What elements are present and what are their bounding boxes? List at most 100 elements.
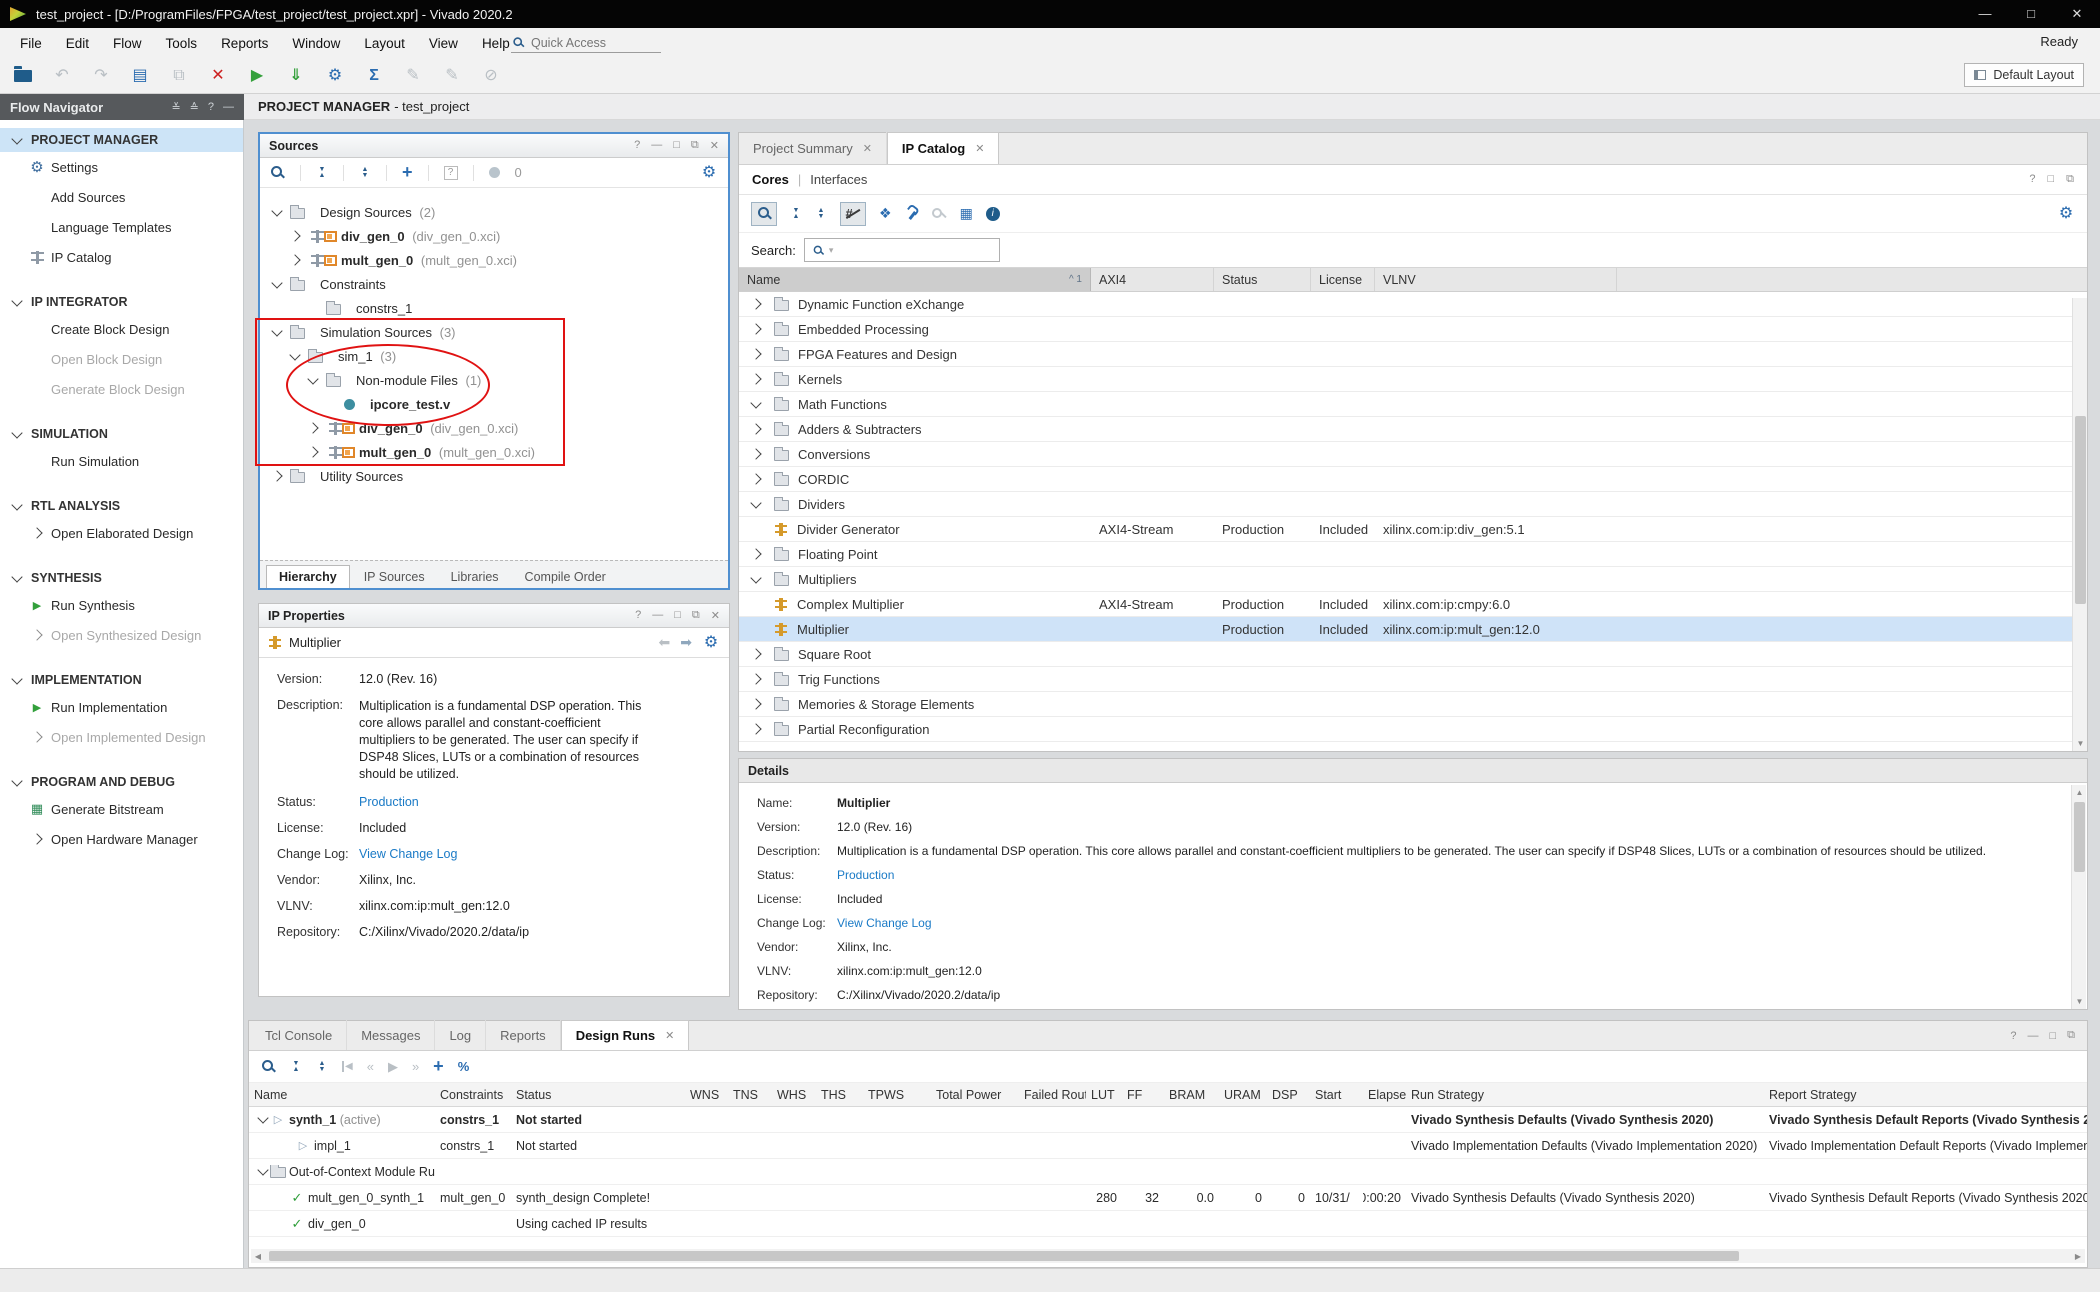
- catalog-row[interactable]: Embedded Processing: [739, 317, 2087, 342]
- catalog-row[interactable]: Conversions: [739, 442, 2087, 467]
- details-header[interactable]: Details: [739, 759, 2087, 783]
- caret-icon[interactable]: [286, 252, 304, 268]
- caret-icon[interactable]: [747, 471, 765, 487]
- layout-selector[interactable]: Default Layout: [1964, 63, 2084, 87]
- toolbar-icon[interactable]: ✎: [404, 68, 422, 84]
- expand-all-icon[interactable]: [815, 208, 827, 220]
- flow-nav-item[interactable]: IP INTEGRATOR: [0, 290, 243, 314]
- close-icon[interactable]: ✕: [2054, 6, 2100, 22]
- caret-icon[interactable]: [747, 421, 765, 437]
- source-tree-item[interactable]: constrs_1: [260, 296, 728, 320]
- source-tree-item[interactable]: mult_gen_0 (mult_gen_0.xci): [260, 248, 728, 272]
- tab-project-summary[interactable]: Project Summary ✕: [739, 132, 887, 164]
- ip-properties-header[interactable]: IP Properties ? — □ ⧉ ✕: [259, 604, 729, 628]
- create-run-icon[interactable]: [433, 1059, 444, 1075]
- caret-icon[interactable]: [747, 496, 765, 512]
- design-run-row[interactable]: synth_1 (active) constrs_1 Not started: [249, 1107, 2087, 1133]
- caret-icon[interactable]: [268, 276, 286, 292]
- flow-nav-item[interactable]: IP Catalog: [0, 242, 243, 272]
- subtab-cores[interactable]: Cores: [752, 172, 789, 187]
- property-value[interactable]: xilinx.com:ip:mult_gen:12.0: [359, 899, 651, 913]
- design-run-row[interactable]: mult_gen_0_synth_1 mult_gen_0 synth_desi…: [249, 1185, 2087, 1211]
- column-header[interactable]: WHS: [772, 1083, 816, 1106]
- menu-item[interactable]: View: [417, 36, 470, 51]
- caret-icon[interactable]: [747, 646, 765, 662]
- catalog-row[interactable]: CORDIC: [739, 467, 2087, 492]
- design-run-row[interactable]: impl_1 constrs_1 Not started V: [249, 1133, 2087, 1159]
- catalog-search-input[interactable]: [836, 243, 986, 258]
- column-header[interactable]: Status: [511, 1083, 685, 1106]
- detail-value[interactable]: 12.0 (Rev. 16): [837, 820, 2037, 834]
- scroll-up-icon[interactable]: ▲: [2072, 785, 2087, 800]
- column-header[interactable]: BRAM: [1164, 1083, 1219, 1106]
- column-header[interactable]: URAM: [1219, 1083, 1267, 1106]
- toolbar-icon[interactable]: ↶: [53, 68, 71, 84]
- maximize-icon[interactable]: □: [673, 139, 680, 152]
- float-icon[interactable]: ⧉: [2067, 1029, 2075, 1042]
- vertical-scrollbar[interactable]: ▲ ▼: [2071, 785, 2086, 1009]
- column-header[interactable]: Constraints: [435, 1083, 511, 1106]
- detail-value[interactable]: Production: [837, 868, 2037, 882]
- caret-icon[interactable]: [747, 321, 765, 337]
- toolbar-icon[interactable]: ⇓: [287, 68, 305, 84]
- column-header[interactable]: Name: [249, 1083, 435, 1106]
- caret-icon[interactable]: [268, 204, 286, 220]
- caret-icon[interactable]: [747, 296, 765, 312]
- column-header[interactable]: FF: [1122, 1083, 1164, 1106]
- catalog-row[interactable]: Dynamic Function eXchange: [739, 292, 2087, 317]
- design-run-row[interactable]: div_gen_0 Using cached IP results: [249, 1211, 2087, 1237]
- help-icon[interactable]: ?: [635, 609, 641, 622]
- menu-item[interactable]: Reports: [209, 36, 280, 51]
- catalog-row[interactable]: Memories & Storage Elements: [739, 692, 2087, 717]
- caret-icon[interactable]: [747, 446, 765, 462]
- source-tree-item[interactable]: Utility Sources: [260, 464, 728, 488]
- collapse-all-icon[interactable]: [290, 1061, 302, 1073]
- caret-icon[interactable]: [259, 1117, 267, 1122]
- subtab-interfaces[interactable]: Interfaces: [810, 172, 867, 187]
- collapse-all-icon[interactable]: [790, 208, 802, 220]
- source-tree-item[interactable]: Design Sources (2): [260, 200, 728, 224]
- catalog-row[interactable]: Trig Functions: [739, 667, 2087, 692]
- gear-icon[interactable]: ⚙: [700, 165, 718, 181]
- catalog-search-box[interactable]: ▾: [804, 238, 1000, 262]
- flow-nav-item[interactable]: Open Block Design: [0, 344, 243, 374]
- toolbar-icon[interactable]: Σ: [365, 68, 383, 84]
- sources-tab[interactable]: Compile Order: [513, 566, 618, 588]
- column-header[interactable]: THS: [816, 1083, 863, 1106]
- catalog-row[interactable]: Adders & Subtracters: [739, 417, 2087, 442]
- column-header-axi4[interactable]: AXI4: [1091, 268, 1214, 291]
- detail-value[interactable]: Multiplication is a fundamental DSP oper…: [837, 844, 2037, 858]
- flow-nav-item[interactable]: RTL ANALYSIS: [0, 494, 243, 518]
- flow-nav-item[interactable]: Run Synthesis: [0, 590, 243, 620]
- flow-nav-item[interactable]: Create Block Design: [0, 314, 243, 344]
- sources-tab[interactable]: IP Sources: [352, 566, 437, 588]
- flow-nav-item[interactable]: Add Sources: [0, 182, 243, 212]
- minimize-icon[interactable]: —: [1962, 6, 2008, 22]
- search-icon[interactable]: [270, 165, 285, 180]
- detail-value[interactable]: C:/Xilinx/Vivado/2020.2/data/ip: [837, 988, 2037, 1002]
- toolbar-icon[interactable]: ▶: [248, 68, 266, 84]
- quick-access-input[interactable]: [531, 36, 641, 50]
- toolbar-icon[interactable]: ✎: [443, 68, 461, 84]
- scrollbar-thumb[interactable]: [2075, 416, 2086, 604]
- back-icon[interactable]: ⬅: [659, 634, 671, 651]
- menu-item[interactable]: Layout: [352, 36, 417, 51]
- property-value[interactable]: C:/Xilinx/Vivado/2020.2/data/ip: [359, 925, 651, 939]
- menu-item[interactable]: Edit: [54, 36, 101, 51]
- detail-value[interactable]: xilinx.com:ip:mult_gen:12.0: [837, 964, 2037, 978]
- caret-icon[interactable]: [747, 396, 765, 412]
- caret-icon[interactable]: [747, 721, 765, 737]
- catalog-row[interactable]: Multiplier Production Included xilinx.co…: [739, 617, 2087, 642]
- flow-nav-item[interactable]: Generate Bitstream: [0, 794, 243, 824]
- column-header-status[interactable]: Status: [1214, 268, 1311, 291]
- catalog-row[interactable]: Kernels: [739, 367, 2087, 392]
- caret-icon[interactable]: [747, 571, 765, 587]
- menu-item[interactable]: Window: [280, 36, 352, 51]
- source-tree-item[interactable]: div_gen_0 (div_gen_0.xci): [260, 224, 728, 248]
- flow-nav-item[interactable]: Run Simulation: [0, 446, 243, 476]
- toolbar-icon[interactable]: ↷: [92, 68, 110, 84]
- percent-icon[interactable]: %: [458, 1059, 470, 1074]
- scrollbar-thumb[interactable]: [2074, 802, 2085, 872]
- caret-icon[interactable]: [747, 346, 765, 362]
- horizontal-scrollbar[interactable]: ◀ ▶: [251, 1249, 2085, 1263]
